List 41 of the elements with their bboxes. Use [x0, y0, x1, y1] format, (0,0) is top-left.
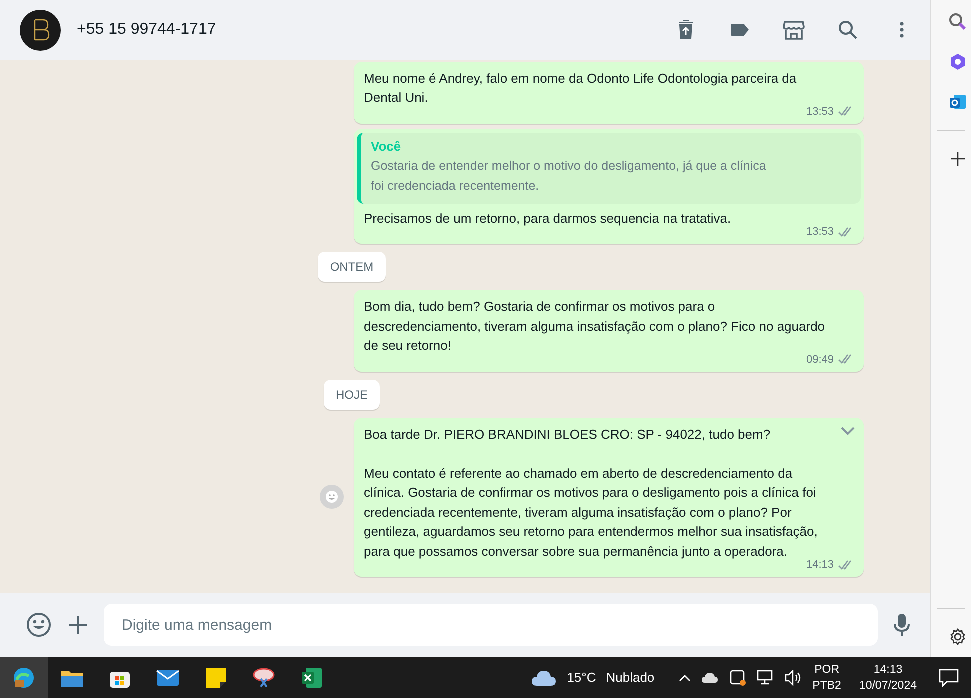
contact-name[interactable]: +55 15 99744-1717	[77, 21, 644, 39]
keyboard-layout[interactable]: PTB2	[812, 678, 842, 694]
speaker-icon[interactable]	[784, 670, 803, 686]
message-text: Meu contato é referente ao chamado em aberto de descredenciamento da clínica. Gostaria de confirmar os motivos para o desligamento pois a clínica foi credenciada recentemente, tiveram alguma insatisfação com o plano? Por gentileza, aguardamos seu retorno para entendermos melhor sua insatisfação, para que possamos conversar sobre sua permanência junto a operadora.	[364, 464, 819, 560]
message-text: Precisamos de um retorno, para darmos sequencia na tratativa.	[364, 210, 732, 228]
message-text: Meu nome é Andrey, falo em nome da Odonto Life Odontologia parceira da Dental Uni.	[364, 70, 798, 107]
temperature: 15°C	[567, 670, 596, 685]
chevron-down-icon[interactable]	[840, 426, 856, 436]
message-input[interactable]: Digite uma mensagem	[104, 604, 878, 646]
clock-time[interactable]: 14:13	[874, 662, 903, 678]
contact-avatar[interactable]	[20, 10, 61, 50]
read-receipt-icon	[838, 560, 854, 570]
message-time: 14:13	[806, 559, 834, 571]
store-icon[interactable]	[782, 18, 806, 42]
network-icon[interactable]	[756, 670, 775, 686]
input-language[interactable]: POR	[814, 662, 840, 678]
date-chip: HOJE	[324, 380, 380, 410]
quote-author: Você	[371, 138, 402, 154]
read-receipt-icon	[838, 354, 854, 365]
date-chip: ONTEM	[318, 252, 386, 282]
message-time: 13:53	[806, 106, 834, 118]
read-receipt-icon	[838, 106, 854, 117]
cloud-icon[interactable]	[700, 672, 719, 684]
message-time: 13:53	[806, 226, 834, 238]
message-text: Bom dia, tudo bem? Gostaria de confirmar os motivos para o descredenciamento, tiveram alguma insatisfação com o plano? Fico no aguardo de seu retorno!	[364, 298, 826, 355]
weather-condition: Nublado	[606, 670, 655, 685]
read-receipt-icon	[838, 226, 854, 238]
notification-icon[interactable]	[939, 668, 959, 686]
cloud-icon	[531, 668, 558, 686]
message-text: Boa tarde Dr. PIERO BRANDINI BLOES CRO: SP - 94022, tudo bem?	[364, 426, 772, 444]
emoji-icon[interactable]	[26, 612, 52, 638]
browser-icon[interactable]	[0, 657, 48, 698]
sync-icon[interactable]	[728, 668, 747, 686]
search-icon[interactable]	[836, 18, 860, 42]
quoted-message[interactable]: Você Gostaria de entender melhor o motivo do desligamento, já que a clínica foi credenciada recentemente.	[357, 132, 861, 204]
clock-date[interactable]: 10/07/2024	[859, 678, 917, 694]
microphone-icon[interactable]	[894, 613, 910, 637]
chevron-up-icon[interactable]	[678, 674, 691, 682]
quote-text: Gostaria de entender melhor o motivo do desligamento, já que a clínica foi credenciada recentemente.	[371, 158, 768, 194]
message-time: 09:49	[806, 354, 834, 366]
plus-icon[interactable]	[68, 615, 88, 635]
